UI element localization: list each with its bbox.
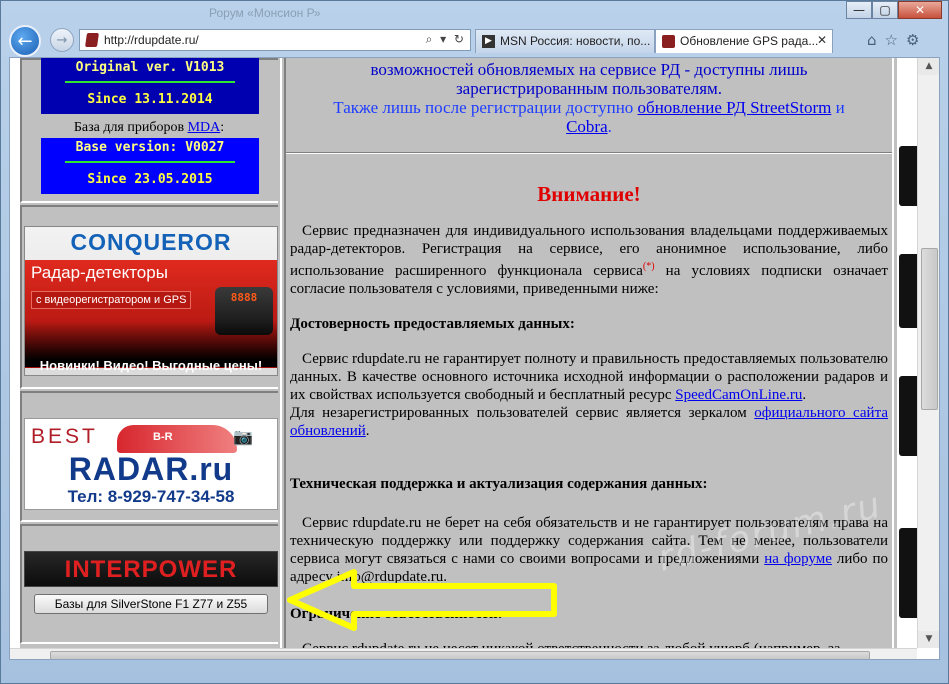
base-version-badge: Base version: V0027 [41,138,259,166]
section1-end: . [802,387,807,403]
section3-title: Ограничение ответственности: [290,606,503,622]
rdupdate-favicon-icon [662,35,675,48]
original-since-badge: Since 13.11.2014 [41,86,259,114]
best-radar-title: RADAR.ru [68,451,234,487]
section1-text2: Для незарегистрированных пользователей с… [290,405,755,421]
scroll-down-icon[interactable]: ▼ [918,631,939,648]
address-url[interactable]: http://rdupdate.ru/ [104,33,199,47]
maximize-button[interactable]: ▢ [872,1,898,19]
horizontal-scrollbar[interactable] [10,648,917,659]
warning-title: Внимание! [537,182,641,206]
speedcamonline-link[interactable]: SpeedCamOnLine.ru [675,387,802,403]
gear-icon[interactable]: ⚙ [906,31,919,49]
forward-button[interactable]: → [50,28,74,52]
section2-paragraph: Сервис rdupdate.ru не берет на себя обяз… [290,514,888,586]
mda-link[interactable]: MDA [188,120,221,135]
section2-title: Техническая поддержка и актуализация сод… [290,476,708,492]
main-content: возможностей обновляемых на сервисе РД -… [284,58,894,659]
mda-prefix: База для приборов [73,120,188,135]
tab-rdupdate[interactable]: Обновление GPS рада... ✕ [655,29,833,53]
divider [65,81,235,83]
section1-title: Достоверность предоставляемых данных: [290,316,575,332]
notice-line4-end: . [607,117,612,136]
back-button[interactable]: ← [9,25,41,57]
tab-close-icon[interactable]: ✕ [817,33,827,47]
vertical-scrollbar[interactable]: ▲ ▼ [917,58,939,648]
conqueror-banner[interactable]: CONQUEROR Радар-детекторы с видеорегистр… [24,226,278,376]
base-since-text: Since 23.05.2015 [87,172,213,187]
window-controls: — ▢ ✕ [846,1,942,19]
notice-line2: зарегистрированным пользователям. [455,79,723,98]
section1-end2: . [365,423,370,439]
tab-label: Обновление GPS рада... [680,34,819,48]
notice-line3: Также лишь после регистрации доступно об… [286,98,892,117]
mda-suffix: : [220,120,225,135]
vertical-scroll-thumb[interactable] [921,248,938,410]
original-version-text: Original ver. V1013 [75,60,225,75]
car-icon [117,425,237,453]
page: Original ver. V1013 Since 13.11.2014 Баз… [20,58,927,659]
silverstone-bases-button[interactable]: Базы для SilverStone F1 Z77 и Z55 [34,594,268,614]
registration-notice: возможностей обновляемых на сервисе РД -… [286,60,892,136]
interpower-title: INTERPOWER [64,556,238,583]
conqueror-line3: Новинки! Видео! Выгодные цены! [39,358,263,373]
support-email: info@rdupdate.ru [336,569,444,585]
original-since-text: Since 13.11.2014 [87,92,213,107]
tab-msn[interactable]: ▶ MSN Россия: новости, по... [475,29,655,53]
title-bar: Рорум «Монсион Р» — ▢ ✕ [1,1,948,23]
interpower-banner[interactable]: INTERPOWER [24,551,278,587]
best-radar-banner[interactable]: B-R 📷 BEST RADAR.ru Тел: 8-929-747-34-58 [24,418,278,510]
page-viewport: Original ver. V1013 Since 13.11.2014 Баз… [9,57,940,660]
favorites-star-icon[interactable]: ☆ [885,31,898,49]
original-version-badge: Original ver. V1013 [41,58,259,86]
status-bar [1,660,948,684]
window-title: Рорум «Монсион Р» [209,6,321,20]
best-radar-phone: Тел: 8-929-747-34-58 [67,487,235,506]
section2-end: . [443,569,447,585]
close-button[interactable]: ✕ [898,1,942,19]
divider [65,161,235,163]
section1-paragraph: Сервис rdupdate.ru не гарантирует полнот… [290,350,888,440]
notice-line3-text: Также лишь после регистрации доступно [333,98,638,117]
msn-icon: ▶ [482,35,495,48]
best-radar-best: BEST [31,425,98,448]
base-since-badge: Since 23.05.2015 [41,166,259,194]
notice-line1: возможностей обновляемых на сервисе РД -… [370,60,808,79]
base-version-text: Base version: V0027 [75,140,225,155]
browser-window: Рорум «Монсион Р» — ▢ ✕ ← → http://rdupd… [0,0,949,684]
left-sidebar: Original ver. V1013 Since 13.11.2014 Баз… [20,58,282,659]
tab-label: MSN Россия: новости, по... [500,34,651,48]
best-radar-badge: B-R [153,431,173,443]
minimize-button[interactable]: — [846,1,872,19]
forum-link[interactable]: на форуме [764,551,832,567]
section-divider [286,152,892,154]
streetstorm-update-link[interactable]: обновление РД StreetStorm [638,98,832,117]
mda-caption: База для приборов MDA: [20,120,278,136]
address-bar[interactable]: http://rdupdate.ru/ ⌕ ▾ ↻ [79,29,471,51]
home-icon[interactable]: ⌂ [867,31,877,49]
browser-tools: ⌂ ☆ ⚙ [867,31,919,49]
scroll-up-icon[interactable]: ▲ [918,58,939,75]
intro-paragraph: Сервис предназначен для индивидуального … [290,222,888,298]
conqueror-title: CONQUEROR [70,229,232,255]
horizontal-scroll-thumb[interactable] [50,651,870,659]
notice-line4: Cobra. [286,117,892,136]
conqueror-line2: с видеорегистратором и GPS [31,291,192,309]
cobra-link[interactable]: Cobra [566,117,608,136]
intro-footnote-mark: (*) [642,261,655,272]
navigation-bar: ← → http://rdupdate.ru/ ⌕ ▾ ↻ ▶ MSN Росс… [1,23,948,57]
conqueror-line1: Радар-детекторы [31,263,168,282]
address-tools[interactable]: ⌕ ▾ ↻ [426,32,466,47]
notice-line3-and: и [831,98,845,117]
camera-icon: 📷 [233,427,253,446]
site-favicon-icon [85,33,99,47]
